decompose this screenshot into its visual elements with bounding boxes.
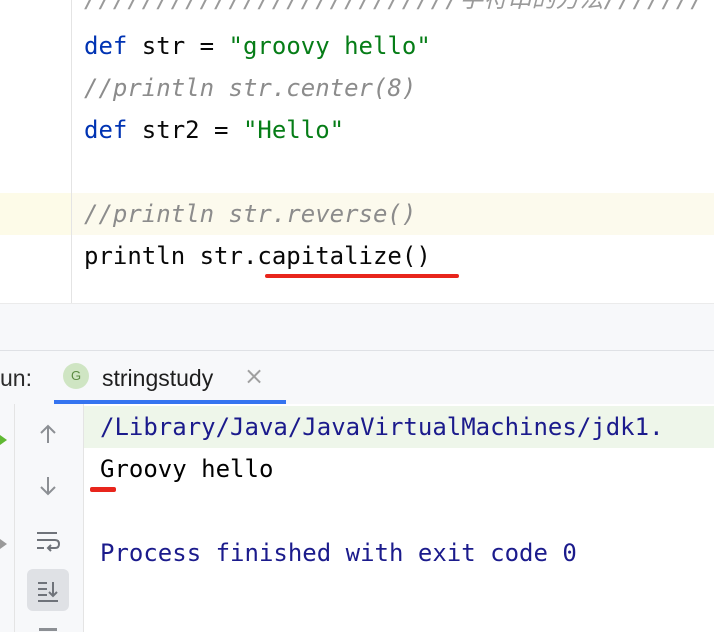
code-line-5: //println str.reverse() [84,200,417,228]
more-tools-icon[interactable] [39,628,57,631]
string-literal: "Hello" [242,116,345,144]
console-toolbar [15,404,83,632]
code-line-1: def str = "groovy hello" [84,25,431,67]
close-icon[interactable]: × [244,362,264,390]
gutter-divider [71,0,72,303]
string-literal: "groovy hello" [228,32,431,60]
code-line-comment-header: //////////////////////////字符串的方法/////// [84,0,705,20]
current-line-gutter-highlight [0,193,72,235]
code-line-2: //println str.center(8) [84,74,417,102]
soft-wrap-icon[interactable] [27,518,69,560]
editor-bottom-strip [0,303,714,351]
scroll-down-icon[interactable] [27,464,69,506]
code-text: str2 = [127,116,243,144]
editor-gutter[interactable] [0,0,72,303]
keyword: def [84,32,128,60]
code-editor[interactable]: //////////////////////////字符串的方法/////// … [0,0,714,303]
tab-stringstudy[interactable]: G stringstudy × [54,351,286,403]
keyword: def [84,116,128,144]
code-line-6: println str.capitalize() [84,242,431,270]
red-annotation-underline [265,274,459,278]
scroll-up-icon[interactable] [27,412,69,454]
scroll-to-end-icon[interactable] [27,569,69,611]
run-tool-window-header: un: G stringstudy × [0,350,714,406]
run-icon[interactable] [0,404,14,632]
code-line-3: def str2 = "Hello" [84,109,344,151]
console-exit-message: Process finished with exit code 0 [100,539,577,567]
tab-label: stringstudy [102,365,214,391]
code-text: str = [127,32,229,60]
red-annotation-mark [90,487,116,492]
run-label: un: [0,365,32,391]
left-tool-strip [0,404,15,632]
run-console[interactable]: /Library/Java/JavaVirtualMachines/jdk1. … [0,404,714,632]
console-command-line: /Library/Java/JavaVirtualMachines/jdk1. [100,413,664,441]
console-output-line: Groovy hello [100,455,274,483]
groovy-file-icon: G [63,363,89,389]
